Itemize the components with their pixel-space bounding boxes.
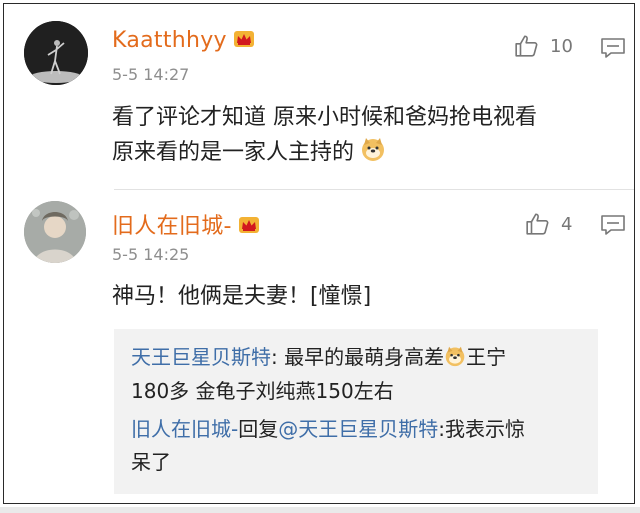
bottom-divider <box>0 507 640 513</box>
like-count: 10 <box>550 35 573 57</box>
comment-text-line2: 原来看的是一家人主持的 <box>112 135 537 173</box>
like-button[interactable]: 10 <box>514 33 573 59</box>
comment-timestamp: 5-5 14:25 <box>112 245 190 264</box>
avatar[interactable] <box>24 201 86 263</box>
reply-item-continued: 180多 金龟子刘纯燕150左右 <box>131 379 394 403</box>
avatar[interactable] <box>24 21 88 85</box>
reply-author-link[interactable]: 天王巨星贝斯特 <box>131 345 271 369</box>
like-button[interactable]: 4 <box>525 211 572 237</box>
crown-badge-icon <box>238 215 260 233</box>
reply-item-continued: 呆了 <box>131 450 171 474</box>
comment-text: 看了评论才知道 原来小时候和爸妈抢电视看 原来看的是一家人主持的 <box>112 100 537 173</box>
comment-text: 神马！他俩是夫妻！[憧憬] <box>112 284 372 309</box>
comment-divider <box>114 189 634 190</box>
doge-emoji <box>444 345 466 375</box>
reply-author-link[interactable]: 旧人在旧城- <box>131 417 238 441</box>
comment-icon[interactable] <box>600 37 626 59</box>
thumbs-up-icon <box>526 213 549 235</box>
reply-thread: 天王巨星贝斯特: 最早的最萌身高差 王宁 180多 金龟子刘纯燕150左右 旧人… <box>114 329 598 494</box>
reply-item: 天王巨星贝斯特: 最早的最萌身高差 王宁 <box>131 342 506 375</box>
doge-emoji <box>360 136 386 173</box>
mention-link[interactable]: @天王巨星贝斯特 <box>278 417 438 441</box>
reply-item: 旧人在旧城-回复@天王巨星贝斯特:我表示惊 <box>131 417 525 441</box>
crown-badge-icon <box>233 29 255 47</box>
thumbs-up-icon <box>515 35 538 57</box>
like-count: 4 <box>561 213 573 235</box>
comment-timestamp: 5-5 14:27 <box>112 65 190 84</box>
comments-panel: Kaatthhyy 5-5 14:27 10 看了评论才知道 原来小时候和爸妈抢… <box>3 3 635 504</box>
comment-username[interactable]: 旧人在旧城- <box>112 208 260 240</box>
comment-username[interactable]: Kaatthhyy <box>112 28 255 53</box>
comment-icon[interactable] <box>600 214 626 236</box>
